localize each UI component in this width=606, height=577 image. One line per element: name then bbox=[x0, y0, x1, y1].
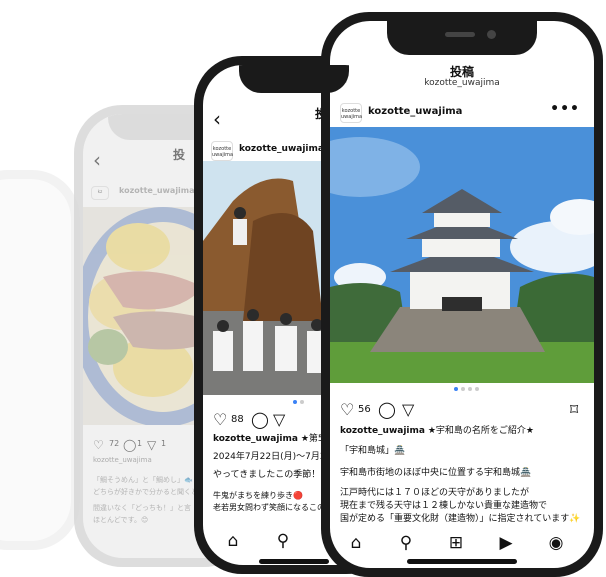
share-count: 1 bbox=[161, 439, 167, 448]
phone-notch bbox=[387, 21, 537, 55]
caption-line: 国が定める「重要文化財（建造物）」に指定されています✨ bbox=[340, 514, 581, 524]
back-icon[interactable]: ‹ bbox=[213, 109, 221, 129]
home-icon[interactable]: ⌂ bbox=[221, 531, 245, 551]
like-count: 56 bbox=[358, 404, 371, 415]
carousel-dots bbox=[454, 387, 479, 391]
back-icon[interactable]: ‹ bbox=[93, 150, 101, 170]
home-indicator bbox=[407, 559, 517, 564]
reels-icon[interactable]: ▶ bbox=[494, 533, 518, 553]
post-subtitle: kozotte_uwajima bbox=[424, 78, 500, 88]
profile-icon[interactable]: ◉ bbox=[544, 533, 568, 553]
search-icon[interactable]: ⚲ bbox=[394, 533, 418, 553]
like-icon[interactable]: ♡ bbox=[340, 401, 354, 419]
caption: kozotte_uwajima ★宇和島の名所をご紹介★ bbox=[340, 425, 586, 438]
username[interactable]: kozotte_uwajima bbox=[239, 144, 324, 154]
like-count: 72 bbox=[109, 439, 120, 448]
post-photo bbox=[330, 127, 594, 383]
comment-icon[interactable]: ◯ bbox=[378, 401, 396, 419]
search-icon[interactable]: ⚲ bbox=[271, 531, 295, 551]
username[interactable]: kozotte_uwajima bbox=[368, 106, 462, 117]
share-icon[interactable]: ▽ bbox=[273, 411, 285, 429]
bookmark-icon[interactable]: ⌑ bbox=[570, 401, 578, 419]
caption-line: 宇和島市街地のほぼ中央に位置する宇和島城🏯 bbox=[340, 468, 532, 478]
phone-far-back bbox=[0, 170, 80, 550]
comment-icon[interactable]: ◯ bbox=[123, 436, 136, 454]
username[interactable]: kozotte_uwajima bbox=[119, 186, 195, 195]
caption-line: 現在まで残る天守は１２棟しかない貴重な建造物で bbox=[340, 501, 548, 511]
caption-line: 「宇和島城」🏯 bbox=[340, 446, 406, 456]
avatar[interactable]: kozotte uwajima bbox=[340, 103, 362, 123]
avatar[interactable]: kozotte uwajima bbox=[211, 141, 233, 161]
caption-text: ★宇和島の名所をご紹介★ bbox=[427, 426, 534, 436]
share-icon[interactable]: ▽ bbox=[402, 401, 414, 419]
more-icon[interactable]: ••• bbox=[550, 101, 580, 117]
share-icon[interactable]: ▽ bbox=[147, 436, 156, 454]
caption-user: kozotte_uwajima bbox=[340, 426, 425, 436]
caption-user: kozotte_uwajima bbox=[213, 434, 298, 444]
like-count: 88 bbox=[231, 414, 244, 425]
caption-line: 江戸時代には１７０ほどの天守がありましたが bbox=[340, 488, 530, 498]
phone-front: ‹ 投稿 kozotte_uwajima kozotte uwajima koz… bbox=[321, 12, 603, 577]
carousel-dots bbox=[293, 400, 304, 404]
comment-count: 1 bbox=[137, 439, 143, 448]
comment-icon[interactable]: ◯ bbox=[251, 411, 269, 429]
add-post-icon[interactable]: ⊞ bbox=[444, 533, 468, 553]
avatar[interactable]: kz bbox=[91, 186, 109, 200]
like-icon[interactable]: ♡ bbox=[213, 411, 227, 429]
comment-icon[interactable]: ♡ bbox=[93, 436, 104, 454]
home-icon[interactable]: ⌂ bbox=[344, 533, 368, 553]
home-indicator bbox=[259, 559, 329, 564]
